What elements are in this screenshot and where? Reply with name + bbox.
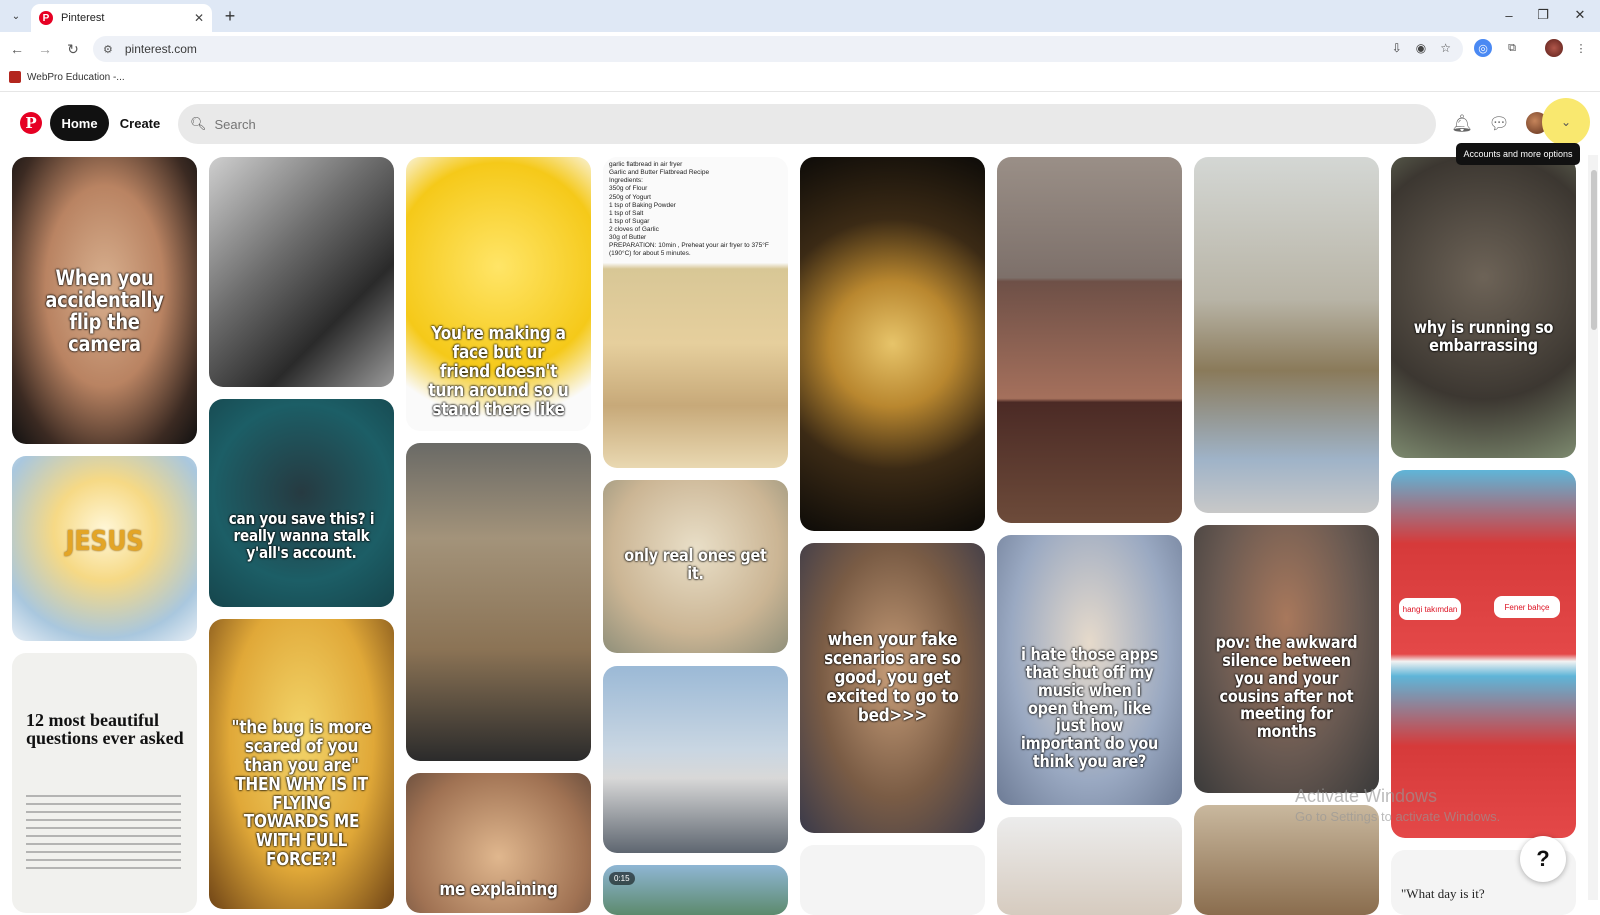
pin-card[interactable]: i hate those apps that shut off my music… xyxy=(997,535,1182,805)
pin-card[interactable]: garlic flatbread in air fryer Garlic and… xyxy=(603,157,788,468)
pin-caption: can you save this? i really wanna stalk … xyxy=(228,509,375,562)
pin-caption: i hate those apps that shut off my music… xyxy=(1020,645,1159,773)
accounts-tooltip: Accounts and more options xyxy=(1456,143,1580,165)
pin-caption: "the bug is more scared of you than you … xyxy=(231,717,372,871)
browser-tab-pinterest[interactable]: P Pinterest ✕ xyxy=(31,4,212,32)
pin-caption: when your fake scenarios are so good, yo… xyxy=(824,629,961,726)
pin-card[interactable] xyxy=(209,157,394,387)
accounts-menu-chevron-icon[interactable]: ⌄ xyxy=(1542,98,1590,146)
pin-card[interactable]: why is running so embarrassing xyxy=(1391,157,1576,458)
scrollbar-thumb[interactable] xyxy=(1591,170,1597,330)
pin-card[interactable] xyxy=(800,157,985,531)
pin-caption: JESUS xyxy=(65,524,144,557)
minimize-window-button[interactable]: – xyxy=(1494,5,1524,25)
search-icon: 🔍︎ xyxy=(190,116,207,131)
browser-tab-strip: ⌄ P Pinterest ✕ + – ❐ ✕ xyxy=(0,0,1600,32)
pin-caption: why is running so embarrassing xyxy=(1413,318,1554,356)
url-text: pinterest.com xyxy=(124,42,197,56)
pin-card[interactable] xyxy=(997,817,1182,915)
chat-icon[interactable]: 💬︎ xyxy=(1487,112,1511,136)
pin-card[interactable] xyxy=(1194,157,1379,513)
create-button[interactable]: Create xyxy=(114,105,166,141)
pin-card[interactable]: pov: the awkward silence between you and… xyxy=(1194,525,1379,793)
pin-card[interactable]: can you save this? i really wanna stalk … xyxy=(209,399,394,607)
restore-window-button[interactable]: ❐ xyxy=(1528,5,1558,25)
close-window-button[interactable]: ✕ xyxy=(1565,5,1595,25)
browser-menu-icon[interactable]: ⋮ xyxy=(1572,39,1590,57)
pin-card[interactable] xyxy=(997,157,1182,523)
search-bar[interactable]: 🔍︎ xyxy=(178,104,1436,144)
pinterest-header: P Home Create 🔍︎ 🔔︎ 💬︎ ⌄ xyxy=(0,92,1600,154)
pin-caption: me explaining xyxy=(439,879,558,900)
speech-bubble-left: hangi takımdan xyxy=(1399,598,1461,620)
pin-card[interactable]: JESUS xyxy=(12,456,197,641)
pin-card[interactable]: 0:15 xyxy=(603,865,788,915)
tab-search-dropdown-icon[interactable]: ⌄ xyxy=(6,7,26,25)
home-button[interactable]: Home xyxy=(50,105,109,141)
bookmark-star-icon[interactable]: ☆ xyxy=(1440,41,1451,55)
pin-card[interactable]: You're making a face but ur friend doesn… xyxy=(406,157,591,431)
speech-bubble-right: Fener bahçe xyxy=(1494,596,1560,618)
pin-card[interactable] xyxy=(800,845,985,915)
help-button[interactable]: ? xyxy=(1520,836,1566,882)
bookmark-favicon-icon xyxy=(9,71,21,83)
pin-card[interactable] xyxy=(406,443,591,761)
pin-card[interactable]: when your fake scenarios are so good, yo… xyxy=(800,543,985,833)
bookmark-item[interactable]: WebPro Education -... xyxy=(9,71,125,83)
tab-close-icon[interactable]: ✕ xyxy=(194,11,204,25)
site-info-icon[interactable]: ⚙ xyxy=(103,43,113,56)
extension-icon[interactable]: ◎ xyxy=(1474,39,1492,57)
tab-title: Pinterest xyxy=(61,12,105,24)
pin-article-title: 12 most beautiful questions ever asked xyxy=(26,710,184,748)
pin-card[interactable]: only real ones get it. xyxy=(603,480,788,653)
pin-card[interactable]: me explaining xyxy=(406,773,591,913)
pin-card[interactable]: "the bug is more scared of you than you … xyxy=(209,619,394,909)
install-app-icon[interactable]: ⇩ xyxy=(1392,41,1402,55)
pin-recipe-text: garlic flatbread in air fryer Garlic and… xyxy=(609,161,769,258)
pin-caption: pov: the awkward silence between you and… xyxy=(1215,633,1358,743)
profile-avatar-icon[interactable] xyxy=(1545,39,1563,57)
watermark-line-2: Go to Settings to activate Windows. xyxy=(1295,809,1501,824)
windows-activation-watermark: Activate Windows Go to Settings to activ… xyxy=(1295,786,1500,824)
pinterest-logo-icon[interactable]: P xyxy=(20,112,42,134)
pin-caption: When you accidentally flip the camera xyxy=(45,266,164,357)
tracking-eye-icon[interactable]: ◉ xyxy=(1416,41,1426,55)
bell-icon[interactable]: 🔔︎ xyxy=(1450,112,1474,136)
pin-card[interactable] xyxy=(603,666,788,853)
pin-caption: only real ones get it. xyxy=(624,546,767,584)
browser-navbar: ← → ↻ ⚙ pinterest.com ⇩ ◉ ☆ ◎ ⧉ ⋮ xyxy=(0,32,1600,66)
watermark-line-1: Activate Windows xyxy=(1295,786,1438,806)
pin-caption: You're making a face but ur friend doesn… xyxy=(428,323,569,420)
new-tab-button[interactable]: + xyxy=(219,5,241,27)
pin-card[interactable]: hangi takımdan Fener bahçe xyxy=(1391,470,1576,838)
reload-icon[interactable]: ↻ xyxy=(62,38,84,60)
search-input[interactable] xyxy=(214,116,815,132)
pin-card[interactable]: When you accidentally flip the camera xyxy=(12,157,197,444)
bookmark-label: WebPro Education -... xyxy=(27,71,125,83)
bookmarks-bar: WebPro Education -... xyxy=(0,66,1600,92)
pinterest-favicon-icon: P xyxy=(39,11,53,25)
pin-card[interactable]: 12 most beautiful questions ever asked xyxy=(12,653,197,913)
pin-article-lines xyxy=(26,795,181,875)
extensions-puzzle-icon[interactable]: ⧉ xyxy=(1503,39,1521,57)
address-bar[interactable]: ⚙ pinterest.com ⇩ ◉ ☆ xyxy=(93,36,1463,62)
video-duration-badge: 0:15 xyxy=(609,872,635,885)
forward-icon[interactable]: → xyxy=(34,38,56,60)
back-icon[interactable]: ← xyxy=(6,38,28,60)
